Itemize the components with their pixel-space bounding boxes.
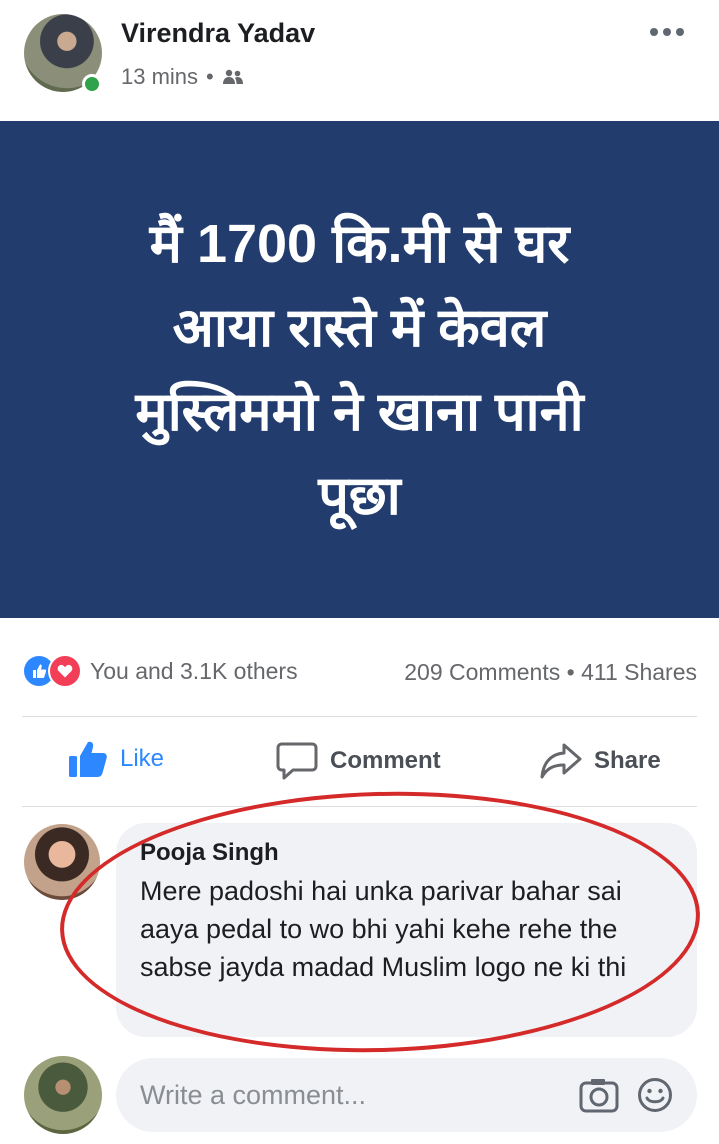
share-label: Share — [594, 747, 661, 774]
post-author-name[interactable]: Virendra Yadav — [121, 18, 315, 49]
reactions-text: You and 3.1K others — [90, 657, 298, 684]
comment-button[interactable]: Comment — [276, 742, 441, 780]
stats-separator: • — [566, 659, 575, 685]
divider — [22, 716, 697, 717]
comment-label: Comment — [330, 747, 441, 774]
post-image-text: मैं 1700 कि.मी से घर आया रास्ते में केवल… — [135, 213, 584, 526]
post-time[interactable]: 13 mins — [121, 64, 198, 90]
comment-bubble-icon — [276, 742, 318, 780]
reactions-summary[interactable]: You and 3.1K others — [22, 654, 298, 688]
thumbs-up-icon — [69, 741, 107, 777]
my-avatar[interactable] — [24, 1056, 102, 1134]
meta-separator: • — [206, 64, 214, 89]
love-reaction-icon — [48, 654, 82, 688]
share-button[interactable]: Share — [540, 742, 661, 780]
like-label: Like — [120, 745, 165, 772]
like-button[interactable]: Like — [68, 740, 164, 778]
friends-icon — [222, 69, 243, 84]
post-meta: 13 mins • — [121, 64, 244, 90]
online-status-indicator — [82, 74, 102, 94]
comment-input-placeholder[interactable]: Write a comment... — [140, 1080, 579, 1111]
share-arrow-icon — [540, 743, 582, 779]
post-stats: 209 Comments • 411 Shares — [404, 659, 697, 686]
more-options-icon[interactable] — [650, 28, 684, 36]
comment-composer[interactable]: Write a comment... — [116, 1058, 697, 1132]
camera-icon[interactable] — [579, 1077, 619, 1113]
shares-count[interactable]: 411 Shares — [581, 659, 697, 685]
comments-count[interactable]: 209 Comments — [404, 659, 560, 685]
emoji-icon[interactable] — [637, 1077, 673, 1113]
post-image[interactable]: मैं 1700 कि.मी से घर आया रास्ते में केवल… — [0, 121, 719, 618]
